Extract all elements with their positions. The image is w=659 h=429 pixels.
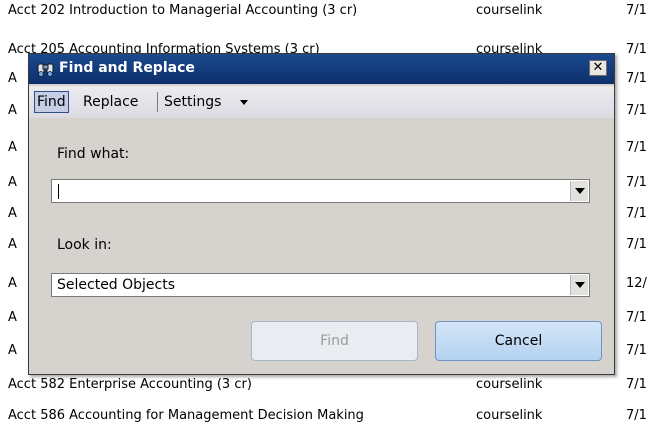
binoculars-icon: [37, 60, 55, 78]
course-date: 7/1: [626, 343, 647, 358]
chevron-down-icon[interactable]: [240, 100, 248, 105]
look-in-label: Look in:: [57, 237, 112, 253]
find-what-label: Find what:: [57, 146, 130, 162]
look-in-value: Selected Objects: [57, 277, 176, 293]
course-date: 7/1: [626, 377, 647, 392]
find-what-dropdown-button[interactable]: [570, 181, 588, 201]
course-date: 7/1: [626, 71, 647, 86]
tab-replace[interactable]: Replace: [81, 91, 140, 113]
tab-separator: [157, 92, 158, 112]
course-date: 7/1: [626, 140, 647, 155]
course-source: courselink: [476, 408, 543, 423]
list-item[interactable]: Acct 202 Introduction to Managerial Acco…: [0, 0, 659, 20]
find-what-combobox[interactable]: [51, 179, 590, 203]
course-date: 7/1: [626, 408, 647, 423]
text-cursor: [58, 184, 59, 199]
list-item[interactable]: Acct 582 Enterprise Accounting (3 cr) co…: [0, 374, 659, 394]
cancel-button[interactable]: Cancel: [435, 321, 602, 361]
cancel-button-label: Cancel: [494, 333, 543, 349]
chevron-down-icon: [575, 188, 585, 194]
dialog-titlebar[interactable]: Find and Replace ✕: [29, 54, 614, 84]
course-source: courselink: [476, 377, 543, 392]
course-name: Acct 202 Introduction to Managerial Acco…: [8, 3, 358, 18]
close-icon: ✕: [592, 60, 604, 75]
course-date: 7/1: [626, 103, 647, 118]
course-date: 7/1: [626, 206, 647, 221]
tab-bar: Find Replace Settings: [29, 86, 614, 118]
course-name: Acct 586 Accounting for Management Decis…: [8, 408, 364, 423]
look-in-select[interactable]: Selected Objects: [51, 273, 590, 297]
tab-find[interactable]: Find: [34, 91, 69, 113]
course-date: 7/1: [626, 310, 647, 325]
close-button[interactable]: ✕: [589, 60, 607, 76]
chevron-down-icon: [575, 282, 585, 288]
course-source: courselink: [476, 3, 543, 18]
find-button[interactable]: Find: [251, 321, 418, 361]
course-date: 7/1: [626, 3, 647, 18]
course-date: 7/1: [626, 175, 647, 190]
course-date: 12/: [626, 276, 647, 291]
find-and-replace-dialog: Find and Replace ✕ Find Replace Settings…: [28, 53, 615, 375]
course-name: Acct 582 Enterprise Accounting (3 cr): [8, 377, 252, 392]
tab-settings[interactable]: Settings: [162, 91, 223, 113]
course-date: 7/1: [626, 237, 647, 252]
look-in-dropdown-button[interactable]: [570, 275, 588, 295]
course-date: 7/1: [626, 42, 647, 57]
list-item[interactable]: Acct 586 Accounting for Management Decis…: [0, 405, 659, 425]
dialog-title: Find and Replace: [59, 60, 195, 76]
